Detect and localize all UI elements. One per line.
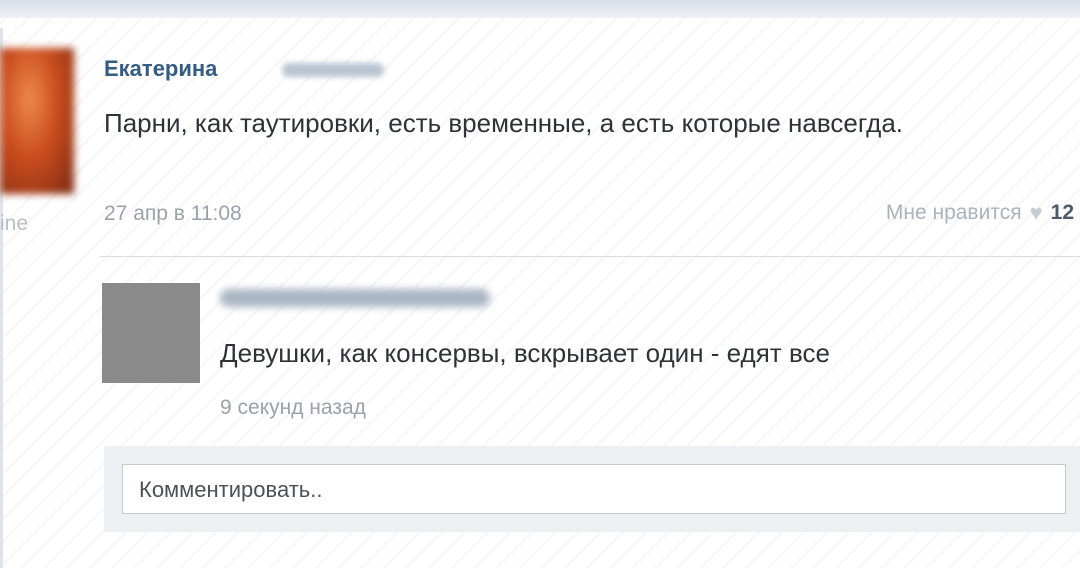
like-count: 12	[1050, 201, 1074, 224]
comment-divider	[100, 256, 1080, 257]
post-text: Парни, как таутировки, есть временные, а…	[104, 108, 904, 138]
post-date[interactable]: 27 апр в 11:08	[104, 202, 242, 226]
reply-text: Девушки, как консервы, вскрывает один - …	[220, 338, 830, 368]
blurred-surname	[282, 63, 384, 77]
comment-input[interactable]: Комментировать..	[122, 464, 1066, 514]
like-label: Мне нравится	[885, 201, 1022, 224]
heart-icon: ♥	[1029, 200, 1043, 225]
online-status: ine	[0, 212, 29, 235]
author-avatar[interactable]	[0, 48, 74, 194]
reply-time[interactable]: 9 секунд назад	[220, 396, 366, 420]
blurred-reply-author	[220, 289, 490, 307]
like-button[interactable]: Мне нравится ♥ 12	[886, 200, 1074, 226]
top-bar	[0, 0, 1080, 18]
post-author-name[interactable]: Екатерина	[104, 56, 217, 82]
reply-avatar[interactable]	[102, 283, 200, 383]
